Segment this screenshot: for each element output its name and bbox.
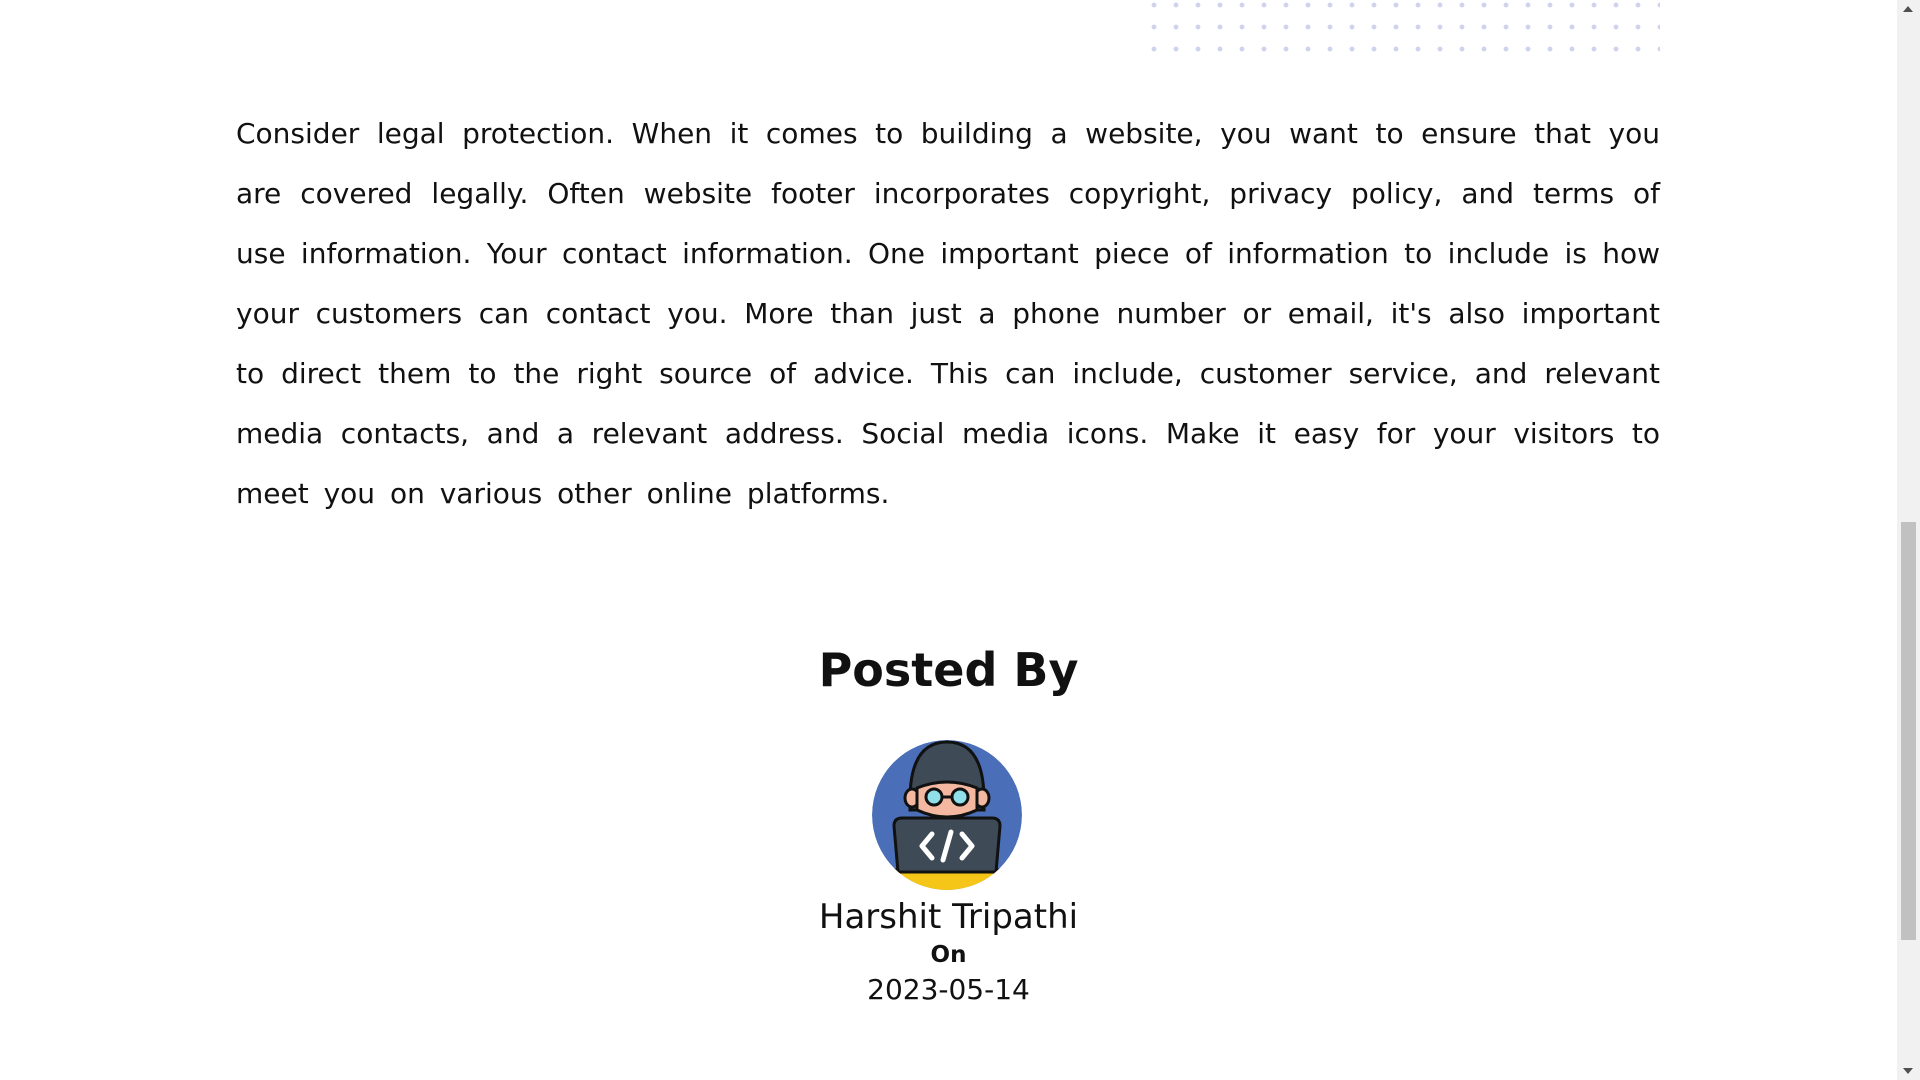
scrollbar-thumb[interactable] <box>1901 522 1916 940</box>
article-body: Consider legal protection. When it comes… <box>236 117 1660 510</box>
post-date: 2023-05-14 <box>867 973 1030 1006</box>
developer-avatar-icon <box>872 740 1022 890</box>
vertical-scrollbar[interactable] <box>1897 0 1920 1080</box>
author-name: Harshit Tripathi <box>818 897 1079 937</box>
posted-by-heading: Posted By <box>818 643 1079 697</box>
decorative-dot-pattern <box>1140 0 1660 52</box>
on-label: On <box>930 942 967 968</box>
scroll-down-arrow-icon[interactable] <box>1903 1068 1913 1074</box>
scroll-up-arrow-icon[interactable] <box>1903 6 1913 12</box>
